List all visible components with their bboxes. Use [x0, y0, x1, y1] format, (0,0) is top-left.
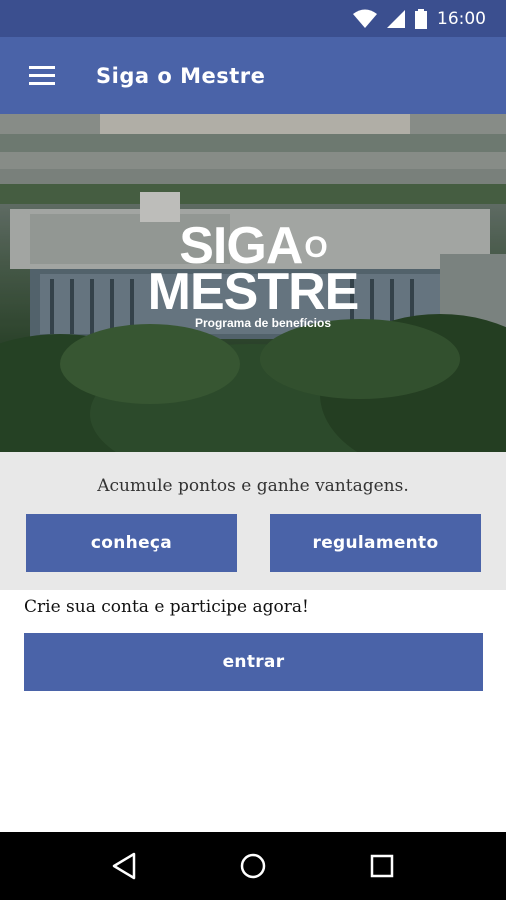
conheca-button[interactable]: conheça [26, 514, 237, 572]
entrar-button[interactable]: entrar [24, 633, 483, 691]
hamburger-menu-icon[interactable] [0, 37, 84, 114]
promo-text: Acumule pontos e ganhe vantagens. [97, 476, 409, 496]
wifi-icon [353, 9, 377, 29]
cta-text: Crie sua conta e participe agora! [24, 597, 309, 617]
system-nav-bar [0, 832, 506, 900]
battery-icon [415, 8, 427, 29]
promo-section: Acumule pontos e ganhe vantagens. conheç… [0, 452, 506, 590]
hero-logo: SIGAO MESTRE Programa de benefícios [0, 220, 506, 330]
logo-line2: MESTRE [147, 263, 360, 321]
logo-tagline: Programa de benefícios [194, 316, 332, 330]
recents-icon[interactable] [358, 842, 406, 890]
hero-banner: SIGAO MESTRE Programa de benefícios [0, 114, 506, 452]
status-time: 16:00 [437, 8, 486, 29]
logo-line1-small: O [304, 231, 327, 264]
status-bar: 16:00 [0, 0, 506, 37]
back-icon[interactable] [100, 842, 148, 890]
signal-icon [387, 9, 405, 28]
app-title: Siga o Mestre [96, 63, 266, 88]
home-icon[interactable] [229, 842, 277, 890]
regulamento-button[interactable]: regulamento [270, 514, 481, 572]
app-bar: Siga o Mestre [0, 37, 506, 114]
